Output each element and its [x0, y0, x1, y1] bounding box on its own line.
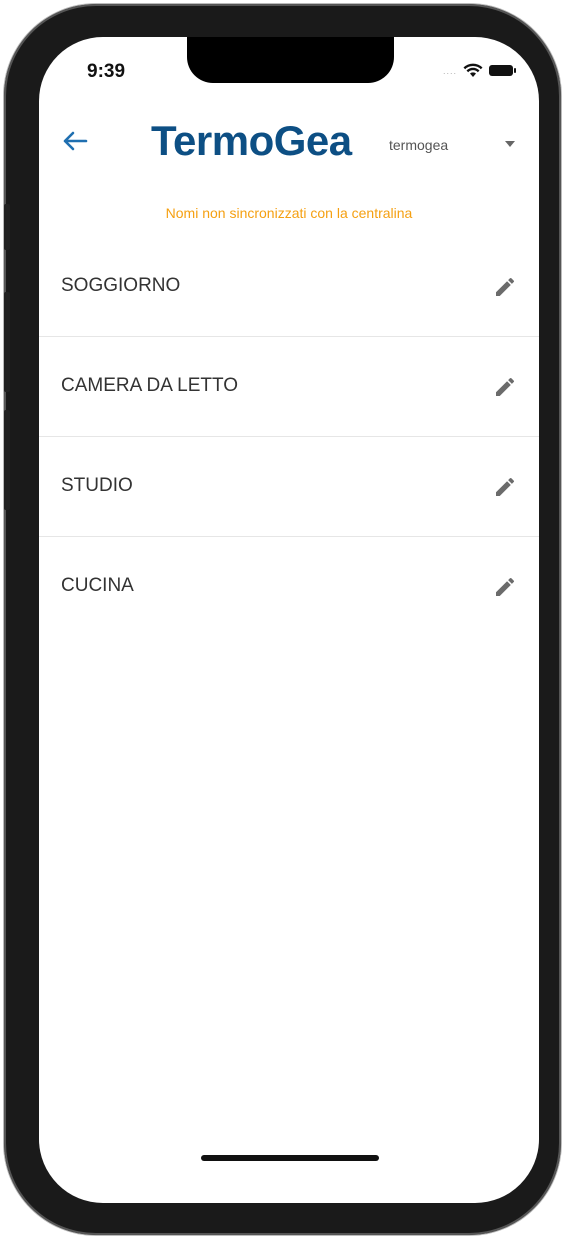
side-button-volume-up: [4, 292, 10, 392]
side-button-silent: [4, 204, 10, 250]
status-icons: ....: [442, 63, 516, 78]
home-indicator[interactable]: [201, 1155, 379, 1161]
notch: [187, 37, 394, 83]
room-name: STUDIO: [61, 475, 133, 496]
edit-room-button[interactable]: [491, 273, 519, 301]
edit-room-button[interactable]: [491, 573, 519, 601]
pencil-icon: [496, 377, 515, 396]
caret-down-icon: [505, 141, 515, 147]
room-name: CUCINA: [61, 575, 134, 596]
room-item[interactable]: CAMERA DA LETTO: [39, 337, 539, 437]
arrow-left-icon: [63, 131, 88, 151]
pencil-icon: [496, 477, 515, 496]
sync-warning: Nomi non sincronizzati con la centralina: [165, 205, 413, 221]
account-selector[interactable]: termogea: [389, 133, 519, 157]
termogea-logo: TermoGea: [151, 117, 352, 164]
room-item[interactable]: STUDIO: [39, 437, 539, 537]
edit-room-button[interactable]: [491, 473, 519, 501]
side-button-volume-down: [4, 410, 10, 510]
wifi-icon: [463, 63, 483, 77]
room-item[interactable]: SOGGIORNO: [39, 237, 539, 337]
room-list: SOGGIORNO CAMERA DA LETTO STUDIO CUCINA: [39, 237, 539, 636]
pencil-icon: [496, 277, 515, 296]
pencil-icon: [496, 577, 515, 596]
edit-room-button[interactable]: [491, 373, 519, 401]
battery-icon: [489, 65, 516, 76]
back-button[interactable]: [59, 125, 91, 157]
room-name: SOGGIORNO: [61, 275, 181, 296]
room-item[interactable]: CUCINA: [39, 537, 539, 636]
app-screen: 9:39 .... TermoGea termogea Nomi non sin…: [39, 37, 539, 1203]
app-header: TermoGea termogea: [39, 117, 539, 165]
account-name: termogea: [389, 137, 449, 153]
status-time: 9:39: [87, 61, 126, 82]
signal-icon: ....: [442, 65, 457, 76]
room-name: CAMERA DA LETTO: [61, 375, 239, 396]
